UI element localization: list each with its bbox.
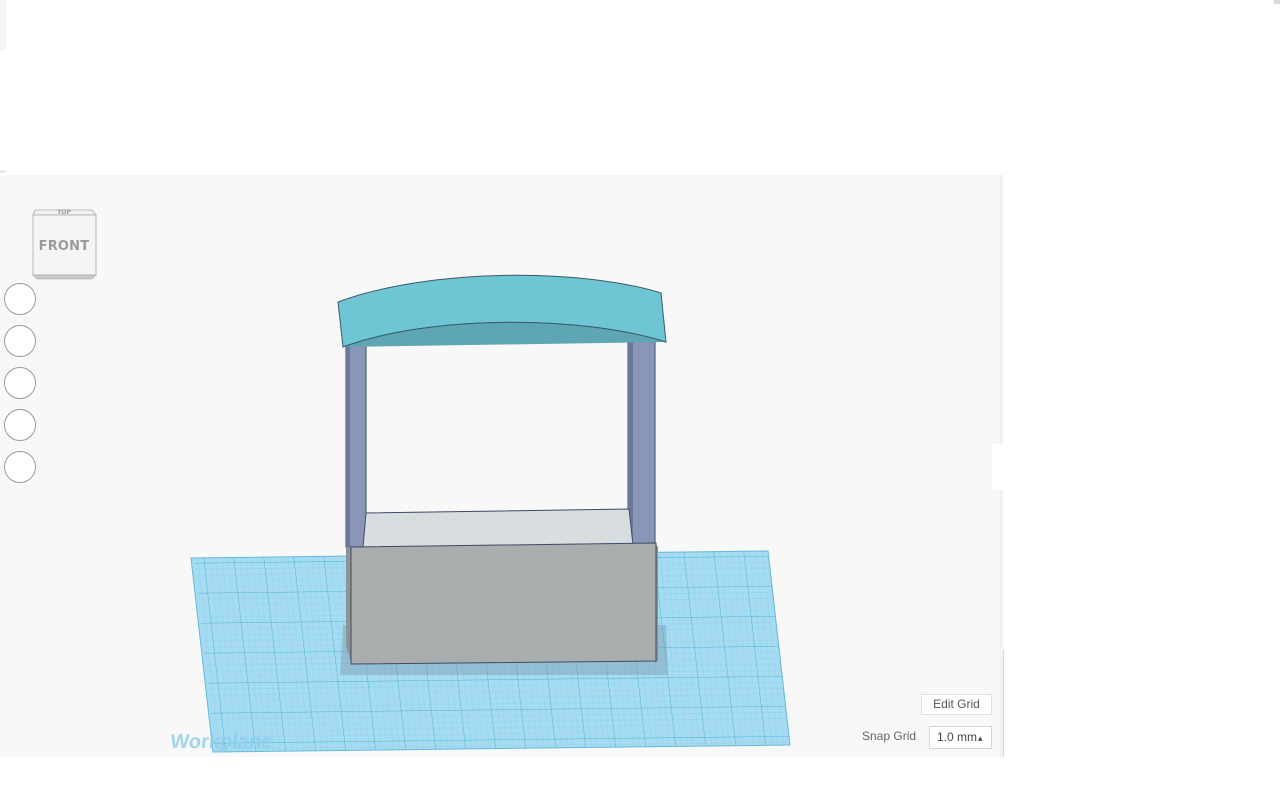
base-box[interactable] — [346, 542, 658, 665]
left-pillar[interactable] — [345, 339, 367, 548]
view-cube[interactable]: TOP FRONT — [30, 205, 98, 281]
chevron-up-icon: ▴ — [978, 733, 983, 743]
view-cube-top-label[interactable]: TOP — [30, 209, 98, 216]
home-view-button[interactable] — [4, 283, 36, 315]
snap-grid-label: Snap Grid — [862, 729, 917, 743]
snap-grid-value: 1.0 mm — [937, 730, 978, 744]
roof[interactable] — [337, 274, 667, 348]
top-blank-area — [0, 0, 1280, 175]
view-cube-front-label[interactable]: FRONT — [30, 239, 98, 254]
3d-viewport[interactable]: Workplane TOP FRONT Edit Grid Snap Grid … — [0, 175, 1000, 757]
box-inner-top — [362, 508, 634, 548]
right-edge-mark — [1274, 0, 1280, 4]
fit-all-button[interactable] — [4, 325, 36, 357]
zoom-out-button[interactable] — [4, 409, 36, 441]
snap-grid-select[interactable]: 1.0 mm▴ — [929, 726, 992, 749]
scene-canvas[interactable]: Workplane — [0, 175, 1000, 757]
right-pillar[interactable] — [627, 339, 656, 548]
panel-notch — [992, 444, 1004, 490]
zoom-in-button[interactable] — [4, 367, 36, 399]
edit-grid-button[interactable]: Edit Grid — [921, 694, 992, 715]
workplane-label: Workplane — [169, 731, 273, 753]
panel-divider — [1003, 650, 1004, 757]
left-edge-mark-lower — [0, 170, 6, 173]
left-edge-mark — [0, 0, 6, 50]
projection-toggle-button[interactable] — [4, 451, 36, 483]
